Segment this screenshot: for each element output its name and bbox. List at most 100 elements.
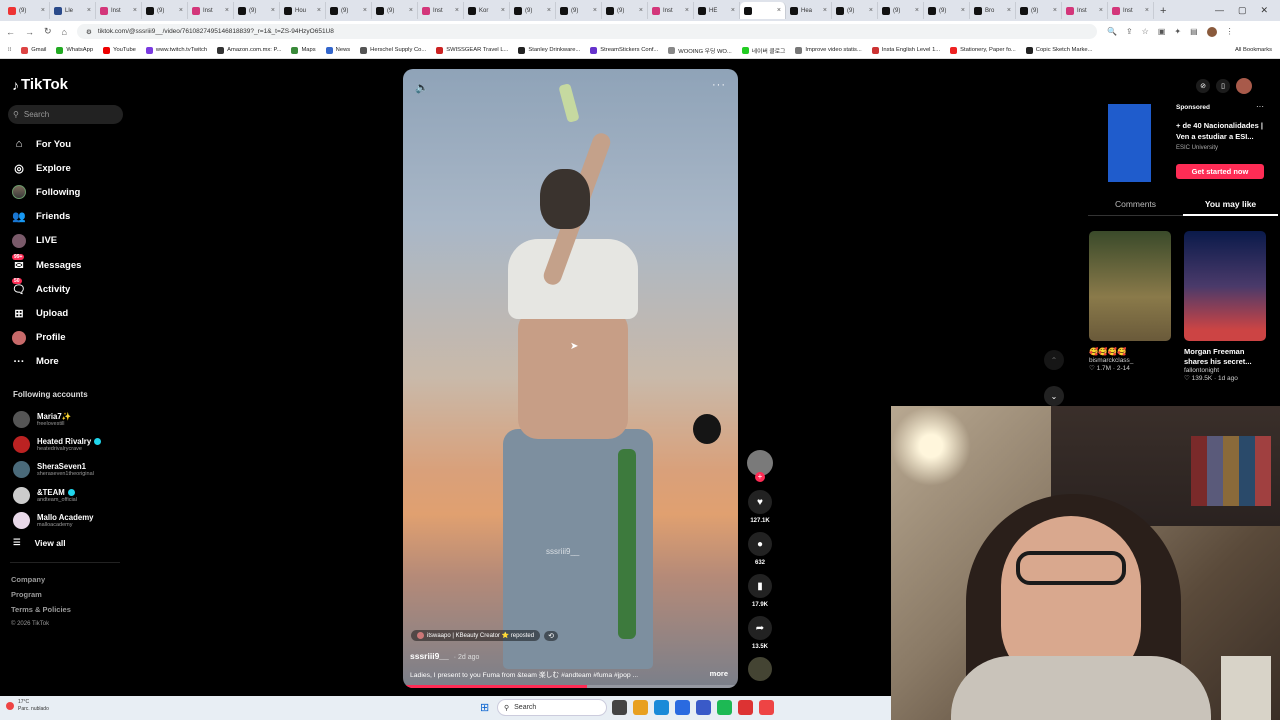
- recommended-video-1[interactable]: 🥰🥰🥰🥰 bismarckclass_ ♡ 1.7M · 2-14: [1089, 231, 1171, 372]
- browser-tab[interactable]: ×: [740, 2, 786, 19]
- tab-close-icon[interactable]: ×: [1053, 7, 1057, 14]
- video-more-icon[interactable]: ···: [712, 79, 726, 91]
- windows-start-icon[interactable]: ⊞: [480, 701, 489, 714]
- tab-close-icon[interactable]: ×: [363, 7, 367, 14]
- sidebar-item-live[interactable]: LIVE: [12, 229, 122, 253]
- heart-icon[interactable]: ♥: [748, 490, 772, 514]
- bookmark-item[interactable]: Improve video statis...: [795, 46, 862, 54]
- ad-thumbnail[interactable]: [1108, 104, 1151, 182]
- browser-tab[interactable]: (9) ×: [510, 2, 556, 19]
- recommended-thumbnail[interactable]: [1184, 231, 1266, 341]
- browser-tab[interactable]: (9) ×: [1016, 2, 1062, 19]
- bookmark-item[interactable]: Maps: [291, 46, 316, 54]
- browser-tab[interactable]: (9) ×: [326, 2, 372, 19]
- video-player[interactable]: ➤ 🔈 ··· sssriii9__ itswaapo | KBeauty Cr…: [403, 69, 738, 688]
- forward-icon[interactable]: →: [25, 27, 34, 37]
- browser-tab[interactable]: (9) ×: [832, 2, 878, 19]
- sidebar-item-upload[interactable]: ⊞ Upload: [12, 301, 122, 325]
- ad-more-icon[interactable]: ···: [1256, 102, 1264, 111]
- footer-program-link[interactable]: Program: [11, 588, 71, 603]
- bookmark-item[interactable]: StreamStickers Conf...: [590, 46, 658, 54]
- comment-icon[interactable]: ●: [748, 532, 772, 556]
- bookmark-item[interactable]: SWISSGEAR Travel L...: [436, 46, 508, 54]
- coins-icon[interactable]: ⊘: [1196, 79, 1210, 93]
- tab-close-icon[interactable]: ×: [133, 7, 137, 14]
- reload-icon[interactable]: ↻: [44, 26, 52, 37]
- zoom-icon[interactable]: 🔍: [1107, 27, 1117, 36]
- save-action[interactable]: ▮ 17.9K: [745, 574, 775, 608]
- sidebar-item-profile[interactable]: Profile: [12, 326, 122, 350]
- browser-tab[interactable]: Inst ×: [188, 2, 234, 19]
- browser-tab[interactable]: (9) ×: [234, 2, 280, 19]
- spotify-icon[interactable]: [717, 700, 732, 715]
- puzzle-icon[interactable]: ✦: [1174, 27, 1181, 36]
- browser-tab[interactable]: Kor ×: [464, 2, 510, 19]
- bookmark-item[interactable]: News: [325, 46, 350, 54]
- browser-tab[interactable]: (9) ×: [556, 2, 602, 19]
- file-explorer-icon[interactable]: [633, 700, 648, 715]
- edge-icon[interactable]: [654, 700, 669, 715]
- tab-close-icon[interactable]: ×: [639, 7, 643, 14]
- bookmark-icon[interactable]: ▮: [748, 574, 772, 598]
- sidebar-item-following[interactable]: Following: [12, 180, 122, 204]
- tab-close-icon[interactable]: ×: [179, 7, 183, 14]
- tab-close-icon[interactable]: ×: [685, 7, 689, 14]
- home-icon[interactable]: ⌂: [62, 27, 67, 37]
- zoom-app-icon[interactable]: [696, 700, 711, 715]
- task-view-icon[interactable]: [612, 700, 627, 715]
- browser-tab[interactable]: Inst ×: [1062, 2, 1108, 19]
- tab-close-icon[interactable]: ×: [41, 7, 45, 14]
- following-account[interactable]: Heated Rivalry heatedrivalrycrave: [13, 432, 125, 457]
- tab-close-icon[interactable]: ×: [501, 7, 505, 14]
- browser-tab[interactable]: Inst ×: [418, 2, 464, 19]
- search-input[interactable]: ⚲ Search: [8, 105, 123, 124]
- browser-tab[interactable]: Hou ×: [280, 2, 326, 19]
- share-arrow-icon[interactable]: ➦: [748, 616, 772, 640]
- chrome-icon[interactable]: [759, 700, 774, 715]
- tab-close-icon[interactable]: ×: [869, 7, 873, 14]
- browser-tab[interactable]: (9) ×: [924, 2, 970, 19]
- bookmark-item[interactable]: Herschel Supply Co...: [360, 46, 426, 54]
- bookmark-item[interactable]: Amazon.com.mx: P...: [217, 46, 281, 54]
- tab-close-icon[interactable]: ×: [1099, 7, 1103, 14]
- volume-icon[interactable]: 🔈: [415, 81, 429, 94]
- browser-tab[interactable]: (9) ×: [4, 2, 50, 19]
- recommended-author[interactable]: fallontonight: [1184, 367, 1266, 374]
- tab-close-icon[interactable]: ×: [961, 7, 965, 14]
- share-action[interactable]: ➦ 13.5K: [745, 616, 775, 650]
- previous-video-button[interactable]: ⌃: [1044, 350, 1064, 370]
- all-bookmarks-button[interactable]: All Bookmarks: [1235, 47, 1272, 53]
- footer-terms-link[interactable]: Terms & Policies: [11, 603, 71, 618]
- share-icon[interactable]: ⇪: [1126, 27, 1133, 36]
- caption-more-link[interactable]: more: [710, 669, 728, 678]
- weather-widget[interactable]: 17°C Parc. nublado: [6, 699, 49, 713]
- tab-close-icon[interactable]: ×: [271, 7, 275, 14]
- following-account[interactable]: Maria7✨ freelovestill: [13, 407, 125, 432]
- repost-icon[interactable]: ⟲: [544, 630, 558, 641]
- bookmark-item[interactable]: Insta English Level 1...: [871, 46, 940, 54]
- sidebar-item-more[interactable]: ··· More: [12, 350, 122, 374]
- recommended-thumbnail[interactable]: [1089, 231, 1171, 341]
- browser-tab[interactable]: (9) ×: [372, 2, 418, 19]
- view-all-button[interactable]: ☰ View all: [13, 537, 66, 548]
- bookmark-item[interactable]: WOOING 우딩 WO...: [668, 46, 732, 55]
- sidebar-item-friends[interactable]: 👥 Friends: [12, 205, 122, 229]
- app-icon[interactable]: [738, 700, 753, 715]
- browser-tab[interactable]: (9) ×: [602, 2, 648, 19]
- apps-icon[interactable]: ⁞⁞: [8, 47, 11, 53]
- tab-close-icon[interactable]: ×: [317, 7, 321, 14]
- ad-cta-button[interactable]: Get started now: [1176, 164, 1264, 179]
- tab-close-icon[interactable]: ×: [225, 7, 229, 14]
- following-account[interactable]: &TEAM andteam_official: [13, 483, 125, 508]
- tab-close-icon[interactable]: ×: [777, 7, 781, 14]
- site-info-icon[interactable]: ⚙: [86, 28, 92, 36]
- close-window-icon[interactable]: ✕: [1260, 5, 1268, 16]
- tab-close-icon[interactable]: ×: [547, 7, 551, 14]
- browser-tab[interactable]: Bro ×: [970, 2, 1016, 19]
- tab-close-icon[interactable]: ×: [1007, 7, 1011, 14]
- url-field[interactable]: ⚙ tiktok.com/@sssriii9__/video/761082749…: [76, 24, 1097, 39]
- video-progress-bar[interactable]: [403, 685, 738, 688]
- tab-close-icon[interactable]: ×: [1145, 7, 1149, 14]
- tab-close-icon[interactable]: ×: [731, 7, 735, 14]
- ad-title[interactable]: + de 40 Nacionalidades | Ven a estudiar …: [1176, 121, 1271, 142]
